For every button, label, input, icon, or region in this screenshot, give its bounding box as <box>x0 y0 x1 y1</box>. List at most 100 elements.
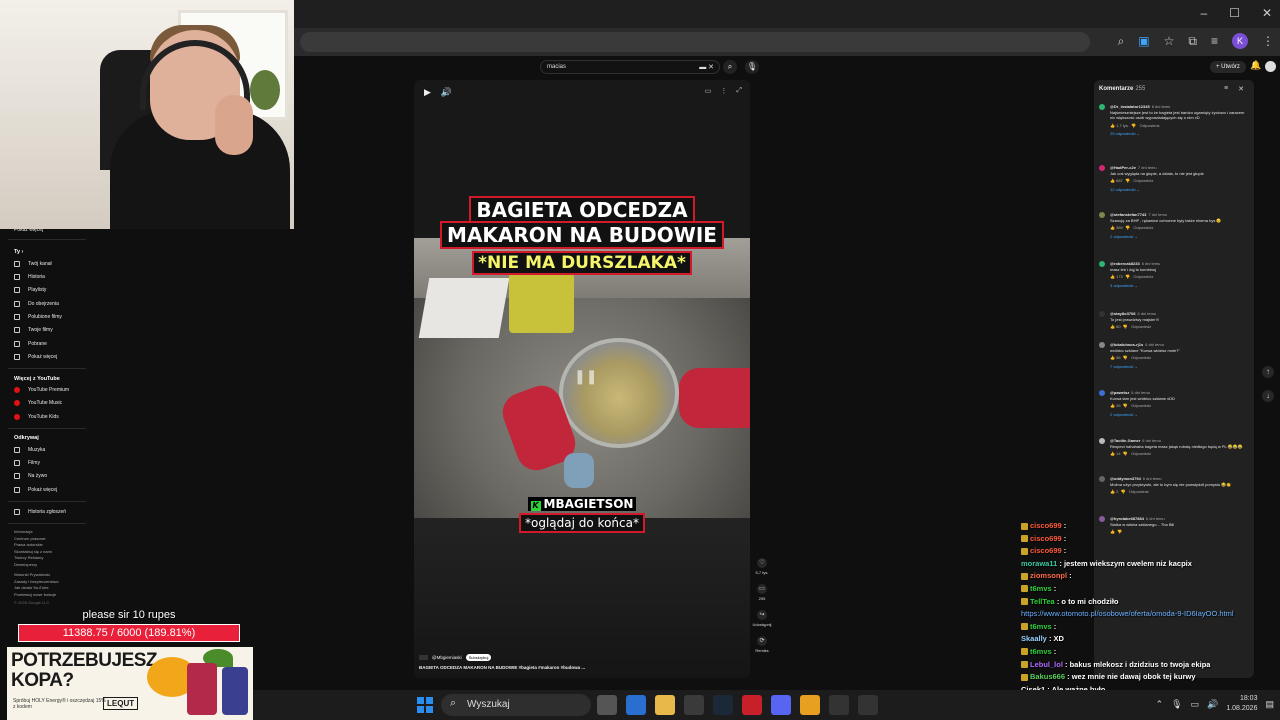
search-button[interactable]: ⌕ <box>723 60 737 74</box>
sidebar-item-live[interactable]: Na żywo <box>14 471 47 481</box>
reply-button[interactable]: Odpowiedz <box>1131 403 1151 408</box>
chat-username[interactable]: t6mvs <box>1030 647 1052 656</box>
start-button[interactable] <box>417 697 433 713</box>
address-bar[interactable] <box>300 32 1090 52</box>
notifications-icon[interactable]: 🔔 <box>1250 60 1261 71</box>
steam-icon[interactable] <box>713 695 733 715</box>
maximize-button[interactable]: ☐ <box>1229 6 1240 20</box>
reply-button[interactable]: Odpowiedz <box>1131 451 1151 456</box>
comment-avatar[interactable] <box>1099 342 1105 348</box>
comment-avatar[interactable] <box>1099 476 1105 482</box>
chat-username[interactable]: cisco699 <box>1030 546 1062 555</box>
store-icon[interactable] <box>684 695 704 715</box>
next-short-button[interactable]: ↓ <box>1262 390 1274 402</box>
comment-like-icon[interactable]: 👍 <box>1110 355 1115 360</box>
close-comments-icon[interactable]: ✕ <box>1238 85 1244 93</box>
comment-dislike-icon[interactable]: 👎 <box>1123 324 1128 329</box>
comment-dislike-icon[interactable]: 👎 <box>1123 403 1128 408</box>
shorts-player[interactable]: ▶ 🔊 ▭ ⋮ ⤢ ❚❚ BAGIETA ODCEDZA MAKARON NA … <box>414 80 750 678</box>
replies-toggle[interactable]: 3 odpowiedzi ⌄ <box>1110 283 1249 289</box>
comment-avatar[interactable] <box>1099 390 1105 396</box>
video-title[interactable]: BAGIETA ODCEDZA MAKARON NA BUDOWIE #bagi… <box>419 665 585 670</box>
footer-link[interactable]: Przetestuj nowe funkcje <box>14 592 59 599</box>
notifications-tray-icon[interactable]: ▤ <box>1265 699 1274 710</box>
remix-button[interactable]: ⟳ Remiks <box>752 636 772 662</box>
chat-username[interactable]: t6mvs <box>1030 622 1052 631</box>
file-explorer-icon[interactable] <box>655 695 675 715</box>
comment-dislike-icon[interactable]: 👎 <box>1121 489 1126 494</box>
share-button[interactable]: ↪ Udostępnij <box>752 610 772 636</box>
chrome-icon[interactable] <box>800 695 820 715</box>
sidebar-item-report-history[interactable]: Historia zgłoszeń <box>14 507 66 517</box>
comment-author[interactable]: @lukaluhsos-rj1s <box>1110 342 1143 347</box>
chat-username[interactable]: cisco699 <box>1030 534 1062 543</box>
chat-username[interactable]: TellTea <box>1030 597 1055 606</box>
channel-name[interactable]: @Mbgiemiaski <box>432 655 462 660</box>
comment-like-icon[interactable]: 👍 <box>1110 225 1115 230</box>
obs-icon[interactable] <box>829 695 849 715</box>
volume-tray-icon[interactable]: 🔊 <box>1207 699 1218 710</box>
sidebar-item-liked[interactable]: Polubione filmy <box>14 312 62 322</box>
sidebar-item-history[interactable]: Historia <box>14 272 45 282</box>
comments-button[interactable]: ▭ 255 <box>752 584 772 610</box>
comment-like-icon[interactable]: 👍 <box>1110 403 1115 408</box>
comment-dislike-icon[interactable]: 👎 <box>1125 178 1130 183</box>
captions-icon[interactable]: ▭ <box>705 87 712 95</box>
chat-username[interactable]: morawa11 <box>1021 559 1057 568</box>
extensions-icon[interactable]: ⧉ <box>1188 34 1197 49</box>
screenshot-icon[interactable]: ▣ <box>1138 34 1149 48</box>
volume-icon[interactable]: 🔊 <box>441 87 452 98</box>
voice-search-icon[interactable]: 🎙 <box>745 60 759 74</box>
sort-icon[interactable]: ≡ <box>1224 85 1228 93</box>
comment-like-icon[interactable]: 👍 <box>1110 178 1115 183</box>
reply-button[interactable]: Odpowiedz <box>1129 489 1149 494</box>
sidebar-item-muzyka[interactable]: Muzyka <box>14 445 45 455</box>
task-view-icon[interactable] <box>597 695 617 715</box>
sidebar-item-your-channel[interactable]: Twój kanał <box>14 259 52 269</box>
comment-like-icon[interactable]: 👍 <box>1110 274 1115 279</box>
chrome-menu-icon[interactable]: ⋮ <box>1262 34 1274 48</box>
comment-author[interactable]: @Dr_instalator12345 <box>1110 104 1150 109</box>
sidebar-item-explore-more[interactable]: Pokaż więcej <box>14 485 57 495</box>
clear-search-icon[interactable]: ▬ ✕ <box>699 63 714 71</box>
sidebar-item-filmy[interactable]: Filmy <box>14 458 40 468</box>
app-obs2-icon[interactable] <box>858 695 878 715</box>
tray-chevron-icon[interactable]: ⌃ <box>1156 699 1164 710</box>
reply-button[interactable]: Odpowiedz <box>1131 355 1151 360</box>
chat-username[interactable]: ziomsonpl <box>1030 571 1067 580</box>
profile-avatar[interactable]: K <box>1232 33 1248 49</box>
bookmark-star-icon[interactable]: ☆ <box>1164 34 1175 48</box>
comment-dislike-icon[interactable]: 👎 <box>1131 123 1136 128</box>
replies-toggle[interactable]: 2 odpowiedzi ⌄ <box>1110 412 1249 418</box>
sidebar-item-downloads[interactable]: Pobrane <box>14 339 47 349</box>
comment-author[interactable]: @Tactile-Gamer <box>1110 438 1140 443</box>
chat-username[interactable]: Skaally <box>1021 634 1047 643</box>
like-button[interactable]: ♡ 5,7 tys. <box>752 558 772 584</box>
network-icon[interactable]: ▭ <box>1191 699 1200 710</box>
comment-author[interactable]: @oddymon3794 <box>1110 476 1141 481</box>
comment-like-icon[interactable]: 👍 <box>1110 324 1115 329</box>
comment-dislike-icon[interactable]: 👎 <box>1125 274 1130 279</box>
sidebar-you-header[interactable]: Ty › <box>14 249 23 255</box>
chat-username[interactable]: t6mvs <box>1030 584 1052 593</box>
taskbar-search[interactable]: ⌕ Wyszukaj <box>441 694 591 716</box>
comment-like-icon[interactable]: 👍 <box>1110 451 1115 456</box>
comment-avatar[interactable] <box>1099 438 1105 444</box>
comment-dislike-icon[interactable]: 👎 <box>1123 451 1128 456</box>
comment-like-icon[interactable]: 👍 <box>1110 489 1115 494</box>
replies-toggle[interactable]: 12 odpowiedzi ⌄ <box>1110 187 1249 193</box>
video-frame[interactable]: ❚❚ <box>414 238 750 518</box>
discord-icon[interactable] <box>771 695 791 715</box>
clock[interactable]: 18:03 1.08.2026 <box>1226 694 1257 714</box>
microphone-icon[interactable]: 🎙 <box>1171 699 1182 710</box>
comment-like-icon[interactable]: 👍 <box>1110 123 1115 128</box>
reply-button[interactable]: Odpowiedz <box>1133 178 1153 183</box>
comment-author[interactable]: @HadPer-c2e <box>1110 165 1136 170</box>
fullscreen-icon[interactable]: ⤢ <box>736 87 742 95</box>
app-red-icon[interactable] <box>742 695 762 715</box>
sidebar-item-playlists[interactable]: Playlisty <box>14 285 46 295</box>
comment-author[interactable]: @stefanstefan7743 <box>1110 212 1146 217</box>
replies-toggle[interactable]: 25 odpowiedzi ⌄ <box>1110 131 1249 137</box>
comment-avatar[interactable] <box>1099 104 1105 110</box>
subscribe-button[interactable]: Subskrybuj <box>465 654 492 661</box>
